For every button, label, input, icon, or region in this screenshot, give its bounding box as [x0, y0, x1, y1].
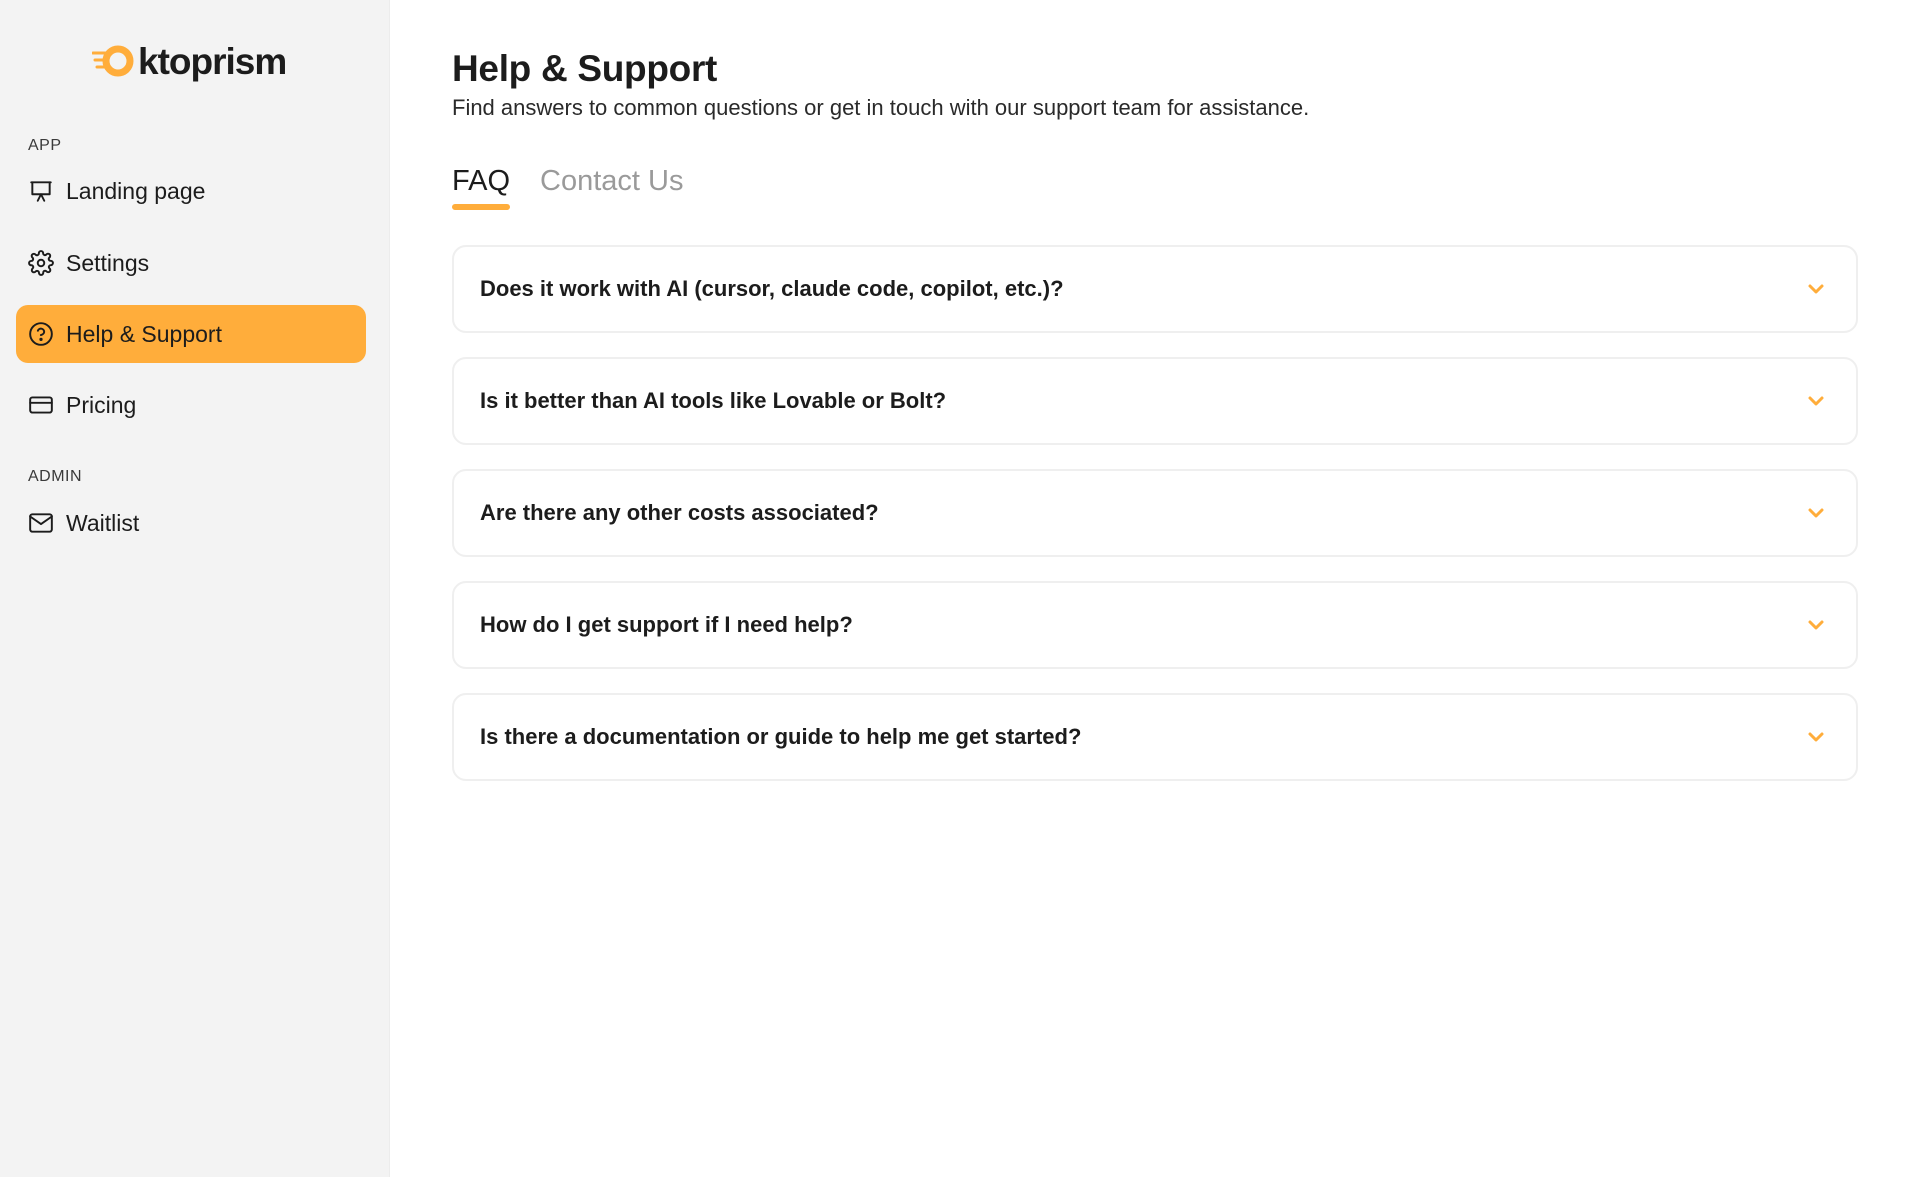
mail-icon: [29, 513, 53, 533]
tab-label: FAQ: [452, 165, 511, 197]
page-subtitle: Find answers to common questions or get …: [452, 95, 1310, 120]
logo-text: ktoprism: [138, 41, 287, 82]
presentation-icon: [30, 181, 52, 202]
chevron-down-icon[interactable]: [1804, 501, 1828, 525]
page-title: Help & Support: [452, 48, 718, 89]
faq-item[interactable]: Are there any other costs associated?: [452, 469, 1858, 557]
sidebar-item-label: Pricing: [66, 391, 137, 418]
faq-question: Does it work with AI (cursor, claude cod…: [480, 276, 1064, 301]
credit-card-icon: [29, 396, 53, 414]
tab-faq[interactable]: FAQ: [452, 165, 511, 210]
faq-question: How do I get support if I need help?: [480, 612, 853, 637]
help-circle-icon: [29, 322, 53, 346]
app-root: ktoprism APP Landing page Settings Help …: [0, 0, 1920, 1177]
gear-icon: [28, 250, 54, 276]
faq-question: Are there any other costs associated?: [480, 500, 879, 525]
faq-question: Is there a documentation or guide to hel…: [480, 724, 1082, 749]
chevron-down-icon[interactable]: [1804, 613, 1828, 637]
section-label-app: APP: [28, 137, 62, 154]
sidebar-item-label: Settings: [66, 249, 150, 276]
faq-item[interactable]: Is there a documentation or guide to hel…: [452, 693, 1858, 781]
faq-item[interactable]: How do I get support if I need help?: [452, 581, 1858, 669]
sidebar-item-help-support[interactable]: Help & Support: [16, 305, 366, 363]
sidebar-item-label: Help & Support: [66, 320, 222, 347]
section-label-admin: ADMIN: [28, 468, 83, 485]
tab-active-indicator: [452, 204, 511, 210]
logo[interactable]: ktoprism: [92, 40, 287, 84]
chevron-down-icon[interactable]: [1804, 277, 1828, 301]
tab-contact-us[interactable]: Contact Us: [540, 165, 683, 210]
chevron-down-icon[interactable]: [1804, 725, 1828, 749]
faq-list: Does it work with AI (cursor, claude cod…: [452, 245, 1858, 805]
faq-question: Is it better than AI tools like Lovable …: [480, 388, 947, 413]
sidebar-item-label: Waitlist: [66, 509, 140, 536]
sidebar-item-pricing[interactable]: Pricing: [16, 376, 366, 434]
faq-item[interactable]: Does it work with AI (cursor, claude cod…: [452, 245, 1858, 333]
sidebar-item-waitlist[interactable]: Waitlist: [16, 494, 366, 552]
tab-bar: FAQ Contact Us: [452, 165, 713, 210]
faq-item[interactable]: Is it better than AI tools like Lovable …: [452, 357, 1858, 445]
tab-label: Contact Us: [540, 165, 684, 197]
sidebar-item-settings[interactable]: Settings: [16, 234, 366, 292]
main-content: Help & Support Find answers to common qu…: [390, 0, 1920, 1177]
sidebar-item-label: Landing page: [66, 177, 206, 204]
logo-mark-icon: [92, 45, 134, 77]
sidebar-item-landing-page[interactable]: Landing page: [16, 162, 366, 220]
chevron-down-icon[interactable]: [1804, 389, 1828, 413]
sidebar: ktoprism APP Landing page Settings Help …: [0, 0, 390, 1177]
